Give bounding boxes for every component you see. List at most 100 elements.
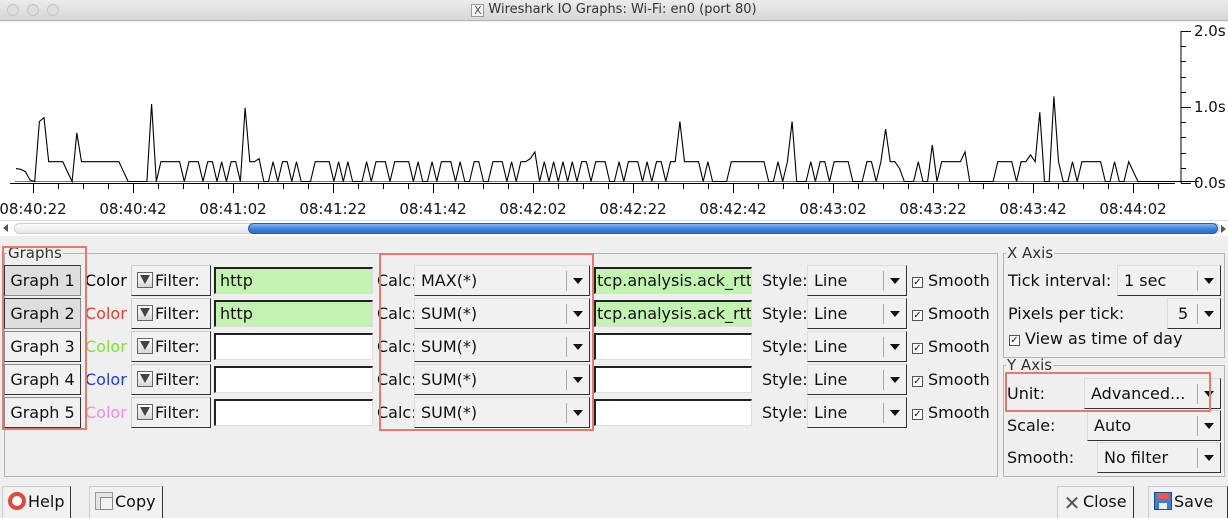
calc-label: Calc: bbox=[377, 304, 417, 323]
graph-toggle-button[interactable]: Graph 5 bbox=[4, 397, 81, 428]
lifebuoy-help-icon bbox=[8, 492, 26, 510]
tick-interval-select[interactable]: 1 sec bbox=[1117, 265, 1221, 296]
graph-color-label[interactable]: Color bbox=[85, 364, 127, 395]
io-graph-plot[interactable]: 0.0s 1.0s 2.0s 08:40:22 08:40:42 08:41:02 08:4… bbox=[0, 22, 1228, 220]
copy-button[interactable]: Copy bbox=[89, 486, 163, 518]
combo-separator bbox=[883, 337, 884, 357]
filter-button[interactable]: Filter: bbox=[131, 364, 211, 395]
checkbox-checked-icon[interactable]: ✓ bbox=[912, 310, 923, 321]
graph-filter-input[interactable] bbox=[214, 399, 373, 426]
style-select[interactable]: Line bbox=[807, 364, 907, 395]
filter-button[interactable]: Filter: bbox=[131, 331, 211, 362]
filter-funnel-icon bbox=[137, 404, 153, 420]
calc-label: Calc: bbox=[377, 271, 417, 290]
calc-select[interactable]: SUM(*) bbox=[414, 331, 590, 362]
filter-funnel-icon bbox=[137, 305, 153, 321]
scale-label: Scale: bbox=[1007, 416, 1056, 435]
filter-button[interactable]: Filter: bbox=[131, 397, 211, 428]
x-tick-label: 08:40:42 bbox=[99, 200, 166, 218]
scroll-right-arrow-icon[interactable] bbox=[1221, 225, 1226, 233]
combo-separator bbox=[883, 271, 884, 291]
x-tick-label: 08:42:02 bbox=[499, 200, 566, 218]
window-titlebar: X Wireshark IO Graphs: Wi-Fi: en0 (port 8… bbox=[0, 0, 1228, 21]
y-smooth-label: Smooth: bbox=[1007, 448, 1075, 467]
x-tick-label: 08:42:42 bbox=[699, 200, 766, 218]
combo-separator bbox=[1197, 448, 1198, 468]
combo-separator bbox=[566, 337, 567, 357]
graph-filter-input[interactable] bbox=[214, 333, 373, 360]
x-tick-label: 08:43:22 bbox=[899, 200, 966, 218]
smooth-checkbox[interactable]: ✓ Smooth bbox=[912, 397, 990, 428]
calc-field-input[interactable]: tcp.analysis.ack_rtt bbox=[594, 300, 752, 327]
filter-funnel-icon bbox=[137, 371, 153, 387]
style-select[interactable]: Line bbox=[807, 397, 907, 428]
smooth-checkbox[interactable]: ✓ Smooth bbox=[912, 298, 990, 329]
calc-field-input[interactable] bbox=[594, 366, 752, 393]
smooth-checkbox[interactable]: ✓ Smooth bbox=[912, 364, 990, 395]
checkbox-checked-icon[interactable]: ✓ bbox=[912, 409, 923, 420]
dropdown-arrow-icon bbox=[573, 377, 583, 383]
graph-color-label[interactable]: Color bbox=[85, 298, 127, 329]
calc-value: SUM(*) bbox=[421, 304, 478, 323]
graph-toggle-button[interactable]: Graph 2 bbox=[4, 298, 81, 329]
close-button[interactable]: ✕ Close bbox=[1057, 486, 1134, 518]
graphs-legend: Graphs bbox=[8, 244, 62, 262]
scale-select[interactable]: Auto bbox=[1087, 410, 1221, 441]
smooth-checkbox[interactable]: ✓ Smooth bbox=[912, 331, 990, 362]
calc-value: SUM(*) bbox=[421, 337, 478, 356]
graph-color-label[interactable]: Color bbox=[85, 265, 127, 296]
combo-separator bbox=[883, 370, 884, 390]
calc-field-input[interactable] bbox=[594, 333, 752, 360]
calc-value: SUM(*) bbox=[421, 370, 478, 389]
scroll-thumb[interactable] bbox=[248, 223, 1218, 234]
graph-toggle-button[interactable]: Graph 4 bbox=[4, 364, 81, 395]
style-select[interactable]: Line bbox=[807, 265, 907, 296]
checkbox-checked-icon[interactable]: ✓ bbox=[1009, 335, 1020, 346]
calc-select[interactable]: SUM(*) bbox=[414, 364, 590, 395]
style-label: Style: bbox=[762, 403, 808, 422]
x-tick-label: 08:43:42 bbox=[999, 200, 1066, 218]
calc-field-input[interactable] bbox=[594, 399, 752, 426]
calc-field-input[interactable]: tcp.analysis.ack_rtt bbox=[594, 267, 752, 294]
style-label: Style: bbox=[762, 337, 808, 356]
calc-select[interactable]: SUM(*) bbox=[414, 298, 590, 329]
calc-select[interactable]: SUM(*) bbox=[414, 397, 590, 428]
style-select[interactable]: Line bbox=[807, 298, 907, 329]
view-time-of-day-checkbox[interactable]: ✓ View as time of day bbox=[1009, 325, 1182, 353]
filter-button[interactable]: Filter: bbox=[131, 265, 211, 296]
style-select[interactable]: Line bbox=[807, 331, 907, 362]
pixels-per-tick-value: 5 bbox=[1178, 304, 1189, 323]
combo-separator bbox=[1197, 271, 1198, 291]
plot-horizontal-scrollbar[interactable] bbox=[0, 220, 1228, 236]
graph-filter-input[interactable]: http bbox=[214, 300, 373, 327]
graph-toggle-button[interactable]: Graph 1 bbox=[4, 265, 81, 296]
scroll-left-arrow-icon[interactable] bbox=[3, 224, 8, 232]
filter-button[interactable]: Filter: bbox=[131, 298, 211, 329]
checkbox-checked-icon[interactable]: ✓ bbox=[912, 376, 923, 387]
unit-label: Unit: bbox=[1007, 384, 1045, 403]
checkbox-checked-icon[interactable]: ✓ bbox=[912, 277, 923, 288]
dropdown-arrow-icon bbox=[573, 278, 583, 284]
filter-button-label: Filter: bbox=[155, 271, 200, 290]
scale-value: Auto bbox=[1094, 416, 1132, 435]
dropdown-arrow-icon bbox=[1204, 278, 1214, 284]
dropdown-arrow-icon bbox=[1204, 391, 1214, 397]
graph-filter-input[interactable]: http bbox=[214, 267, 373, 294]
calc-select[interactable]: MAX(*) bbox=[414, 265, 590, 296]
x-tick-label: 08:40:22 bbox=[0, 200, 67, 218]
x-tick-label: 08:41:22 bbox=[299, 200, 366, 218]
help-button[interactable]: Help bbox=[2, 486, 72, 518]
smooth-label: Smooth bbox=[928, 403, 990, 422]
graph-filter-input[interactable] bbox=[214, 366, 373, 393]
floppy-save-icon bbox=[1154, 492, 1172, 510]
combo-separator bbox=[566, 370, 567, 390]
dropdown-arrow-icon bbox=[1204, 311, 1214, 317]
graph-color-label[interactable]: Color bbox=[85, 397, 127, 428]
unit-select[interactable]: Advanced... bbox=[1084, 378, 1221, 409]
smooth-checkbox[interactable]: ✓ Smooth bbox=[912, 265, 990, 296]
y-smooth-select[interactable]: No filter bbox=[1097, 442, 1221, 473]
graph-toggle-button[interactable]: Graph 3 bbox=[4, 331, 81, 362]
checkbox-checked-icon[interactable]: ✓ bbox=[912, 343, 923, 354]
save-button[interactable]: Save bbox=[1148, 486, 1228, 518]
graph-color-label[interactable]: Color bbox=[85, 331, 127, 362]
